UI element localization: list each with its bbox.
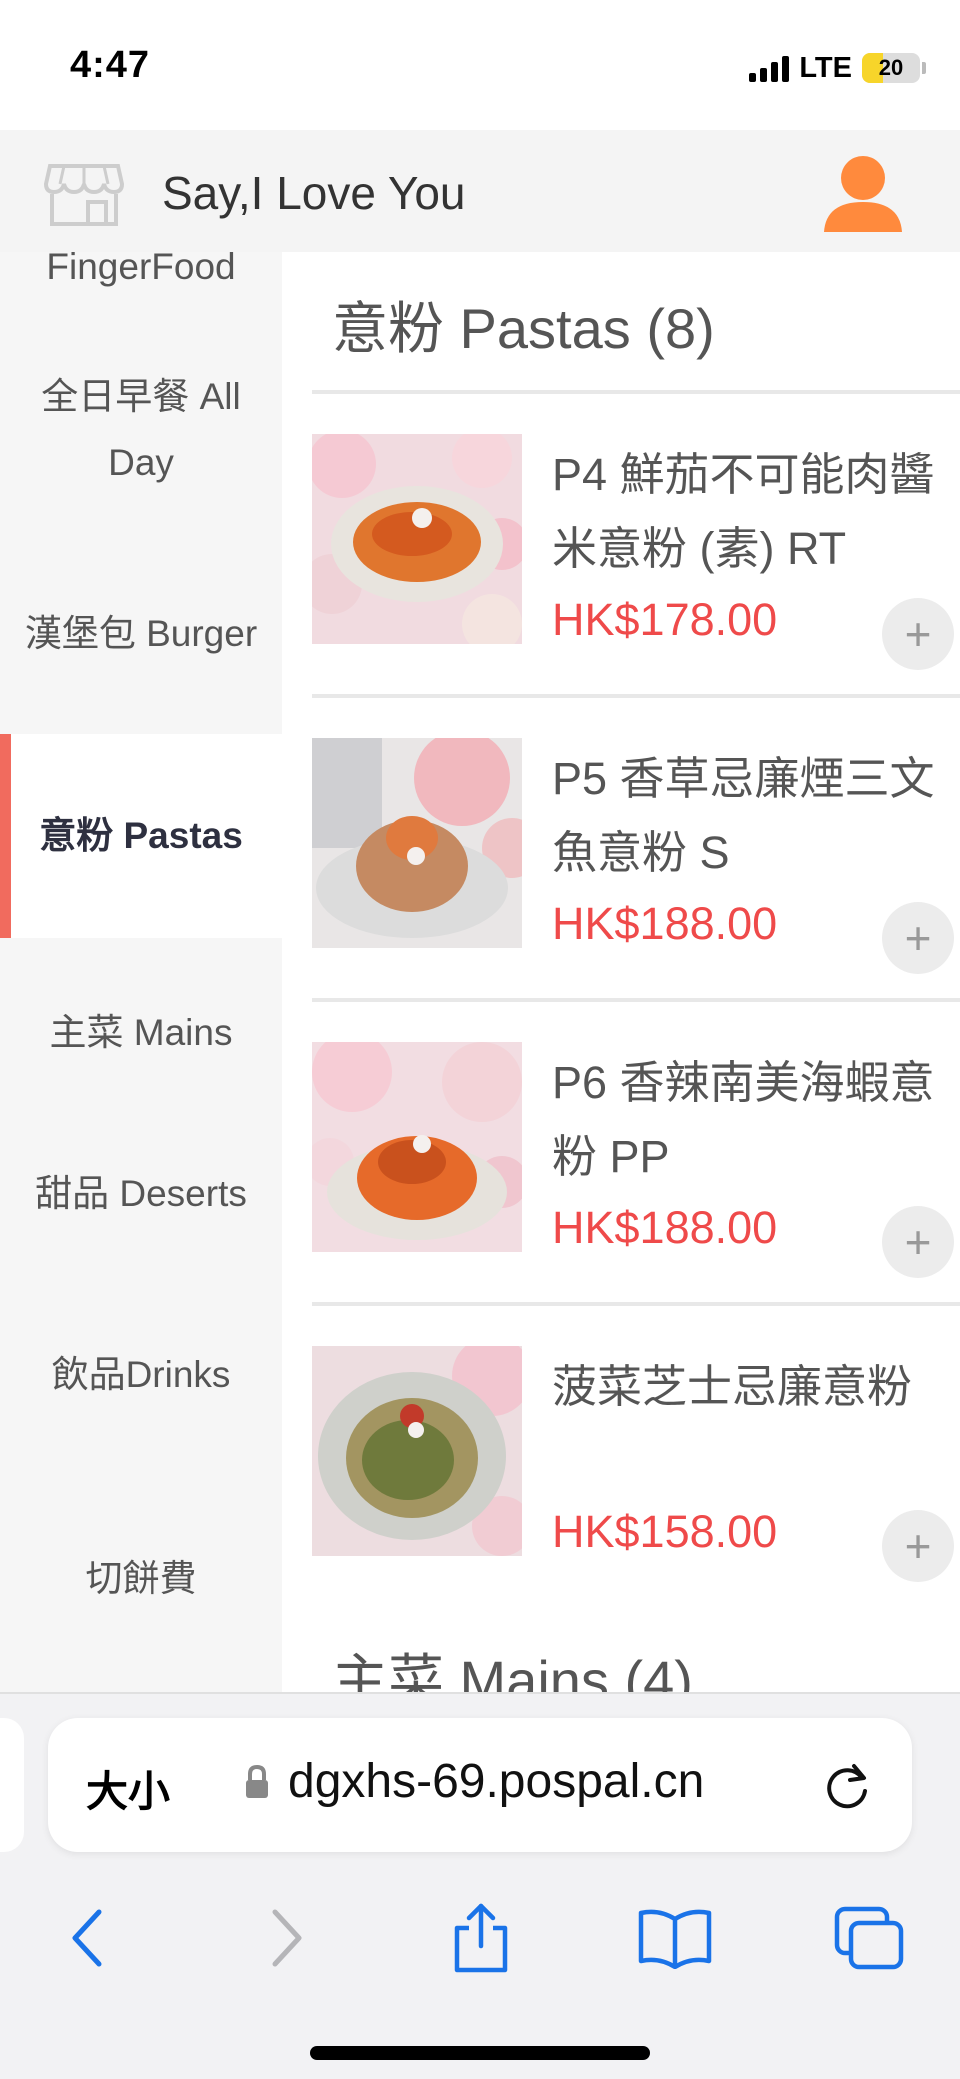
sidebar-item-label: 飲品Drinks — [51, 1354, 231, 1395]
browser-toolbar: 大小 dgxhs-69.pospal.cn — [0, 1692, 960, 2079]
sidebar-item-label: FingerFood — [46, 252, 236, 287]
menu-item[interactable]: P6 香辣南美海蝦意粉 PP HK$188.00 + — [312, 1042, 960, 1342]
user-icon[interactable] — [822, 152, 904, 234]
divider — [312, 390, 960, 394]
dish-photo — [312, 1042, 522, 1252]
sidebar-item-label: 意粉 Pastas — [39, 815, 243, 856]
signal-icon — [749, 54, 790, 82]
item-price: HK$188.00 — [552, 898, 778, 949]
url-text[interactable]: dgxhs-69.pospal.cn — [288, 1754, 704, 1809]
sidebar-item-burger[interactable]: 漢堡包 Burger — [0, 558, 282, 710]
plus-icon: + — [904, 1520, 932, 1572]
item-name: P4 鮮茄不可能肉醬米意粉 (素) RT — [552, 449, 935, 574]
tabs-button[interactable] — [824, 1890, 914, 1986]
section-title: 意粉 Pastas (8) — [332, 297, 715, 360]
sidebar-item-label: 切餅費 — [85, 1558, 197, 1599]
sidebar-item-deserts[interactable]: 甜品 Deserts — [0, 1118, 282, 1270]
network-label: LTE — [799, 51, 852, 84]
sidebar-item-cake-fee[interactable]: 切餅費 — [0, 1514, 282, 1644]
tabs-icon — [834, 1906, 904, 1970]
back-icon — [72, 1909, 102, 1967]
back-button[interactable] — [42, 1890, 132, 1986]
sidebar-item-label: 主菜 Mains — [49, 1012, 233, 1053]
plus-icon: + — [904, 608, 932, 660]
dish-photo — [312, 1346, 522, 1556]
add-to-cart-button[interactable]: + — [882, 1206, 954, 1278]
battery-tip — [922, 62, 926, 74]
sidebar-item-fingerfood[interactable]: FingerFood — [0, 252, 282, 322]
item-price: HK$158.00 — [552, 1506, 778, 1557]
add-to-cart-button[interactable]: + — [882, 598, 954, 670]
sidebar-item-label: 甜品 Deserts — [35, 1173, 247, 1214]
status-indicators: LTE 20 — [749, 50, 926, 86]
home-indicator[interactable] — [310, 2046, 650, 2060]
app-header: Say,I Love You — [0, 130, 960, 252]
forward-button[interactable] — [242, 1890, 332, 1986]
browser-nav-row — [0, 1890, 960, 1986]
sidebar-item-mains[interactable]: 主菜 Mains — [0, 968, 282, 1098]
battery-level: 20 — [878, 55, 904, 80]
battery-icon: 20 — [862, 53, 920, 83]
divider — [312, 694, 960, 698]
store-name: Say,I Love You — [162, 167, 466, 219]
share-button[interactable] — [436, 1890, 526, 1986]
add-to-cart-button[interactable]: + — [882, 902, 954, 974]
item-name: P6 香辣南美海蝦意粉 PP — [552, 1057, 935, 1182]
item-name: 菠菜芝士忌廉意粉 — [552, 1361, 913, 1412]
reload-icon[interactable] — [822, 1758, 874, 1812]
forward-icon — [272, 1909, 302, 1967]
address-bar[interactable]: 大小 dgxhs-69.pospal.cn — [48, 1718, 912, 1852]
store-icon[interactable] — [44, 162, 124, 228]
item-name: P5 香草忌廉煙三文魚意粉 S — [552, 753, 935, 878]
menu-content: 意粉 Pastas (8) P4 鮮茄不可能肉醬米意粉 (素) RT HK$17… — [282, 252, 960, 1692]
divider — [312, 1302, 960, 1306]
item-price: HK$178.00 — [552, 594, 778, 645]
sidebar-item-label: 全日早餐 All Day — [41, 376, 241, 483]
category-sidebar: FingerFood 全日早餐 All Day 漢堡包 Burger 意粉 Pa… — [0, 252, 282, 1692]
divider — [312, 998, 960, 1002]
plus-icon: + — [904, 1216, 932, 1268]
sidebar-item-all-day[interactable]: 全日早餐 All Day — [0, 354, 282, 506]
menu-item[interactable]: 菠菜芝士忌廉意粉 HK$158.00 + — [312, 1346, 960, 1646]
status-time: 4:47 — [70, 44, 151, 86]
bookmarks-icon — [638, 1909, 712, 1969]
sidebar-item-label: 漢堡包 Burger — [24, 613, 258, 654]
lock-icon — [246, 1764, 268, 1798]
next-section-title: 主菜 Mains (4) — [332, 1649, 693, 1692]
dish-photo — [312, 434, 522, 644]
menu-item[interactable]: P4 鮮茄不可能肉醬米意粉 (素) RT HK$178.00 + — [312, 434, 960, 734]
plus-icon: + — [904, 912, 932, 964]
add-to-cart-button[interactable]: + — [882, 1510, 954, 1582]
status-bar: 4:47 LTE 20 — [0, 0, 960, 130]
item-price: HK$188.00 — [552, 1202, 778, 1253]
bookmarks-button[interactable] — [630, 1890, 720, 1986]
share-icon — [454, 1903, 508, 1973]
sidebar-item-drinks[interactable]: 飲品Drinks — [0, 1310, 282, 1440]
menu-item[interactable]: P5 香草忌廉煙三文魚意粉 S HK$188.00 + — [312, 738, 960, 1038]
previous-tab-peek[interactable] — [0, 1718, 24, 1852]
dish-photo — [312, 738, 522, 948]
text-size-button[interactable]: 大小 — [86, 1758, 170, 1819]
sidebar-item-pastas[interactable]: 意粉 Pastas — [0, 734, 282, 938]
